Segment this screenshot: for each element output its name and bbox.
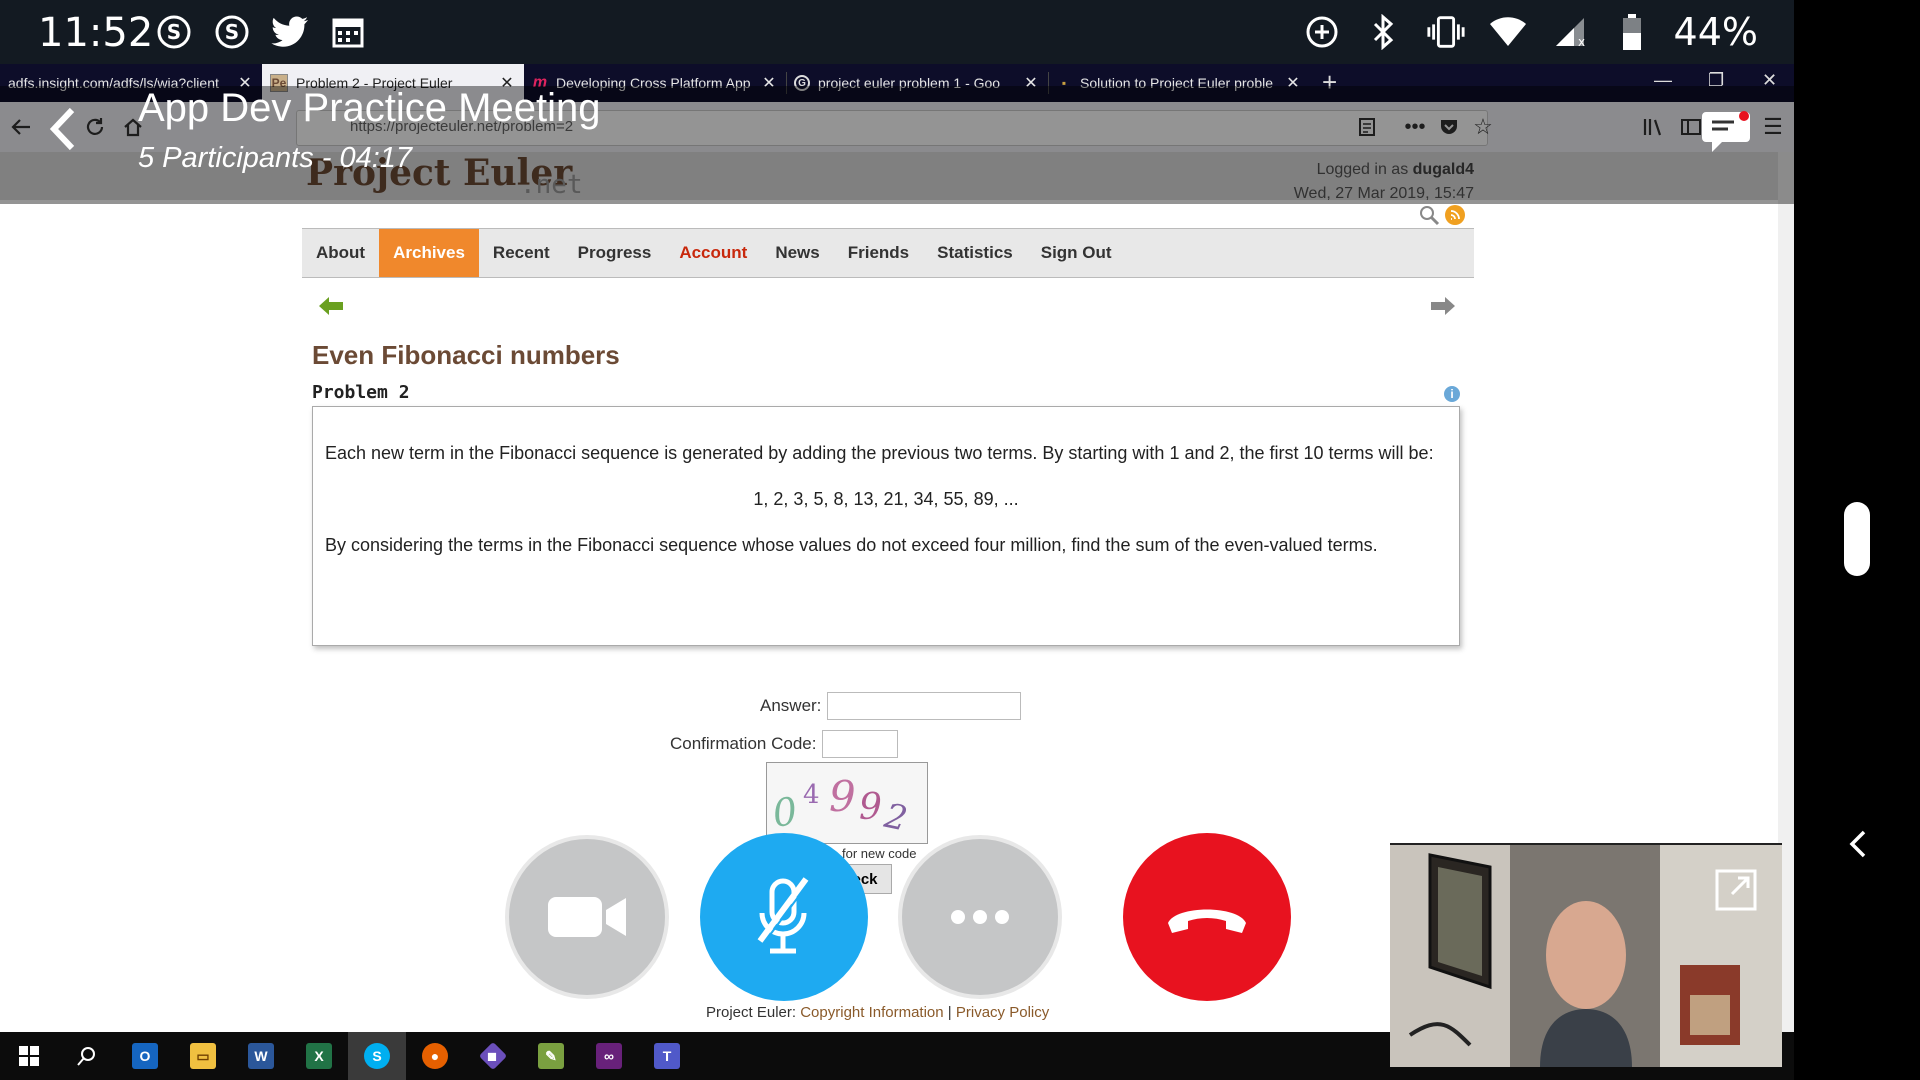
problem-text: By considering the terms in the Fibonacc… (325, 535, 1378, 555)
problem-content: Each new term in the Fibonacci sequence … (312, 406, 1460, 646)
svg-text:9: 9 (859, 787, 882, 828)
site-footer: Project Euler: Copyright Information | P… (706, 1004, 1050, 1021)
mute-button[interactable] (700, 833, 868, 1001)
answer-row: Answer: (760, 692, 1022, 720)
video-toggle-button[interactable] (505, 835, 669, 999)
phone-hangup-icon (1168, 909, 1246, 933)
meeting-title: App Dev Practice Meeting (138, 86, 601, 130)
word-icon[interactable]: W (232, 1032, 290, 1080)
calendar-icon (328, 12, 368, 52)
search-icon[interactable] (1418, 204, 1440, 231)
teams-icon[interactable]: T (638, 1032, 696, 1080)
expand-video-icon[interactable] (1714, 868, 1758, 917)
svg-text:x: x (1578, 35, 1585, 48)
skype-icon: S (154, 12, 194, 52)
site-tools (1418, 204, 1466, 231)
nav-friends[interactable]: Friends (834, 229, 923, 277)
microphone-muted-icon (757, 877, 811, 954)
more-options-button[interactable] (898, 835, 1062, 999)
meeting-participants-timer: 5 Participants - 04:17 (138, 142, 413, 174)
status-time: 11:52 (38, 10, 154, 56)
file-explorer-icon[interactable]: ▭ (174, 1032, 232, 1080)
confirmation-input[interactable] (822, 730, 899, 758)
nav-account[interactable]: Account (665, 229, 761, 277)
windows-start-icon[interactable] (0, 1032, 58, 1080)
vibrate-icon (1426, 12, 1466, 52)
nav-archives[interactable]: Archives (379, 229, 479, 277)
rss-icon[interactable] (1444, 204, 1466, 231)
git-icon[interactable]: ◆ (464, 1032, 522, 1080)
captcha-image[interactable]: 0 4 9 9 2 (766, 762, 928, 844)
confirmation-label: Confirmation Code: (670, 734, 817, 753)
svg-text:4: 4 (803, 780, 820, 810)
firefox-icon[interactable]: ● (406, 1032, 464, 1080)
excel-icon[interactable]: X (290, 1032, 348, 1080)
fibonacci-sequence: 1, 2, 3, 5, 8, 13, 21, 34, 55, 89, ... (753, 489, 1019, 509)
visual-studio-icon[interactable]: ∞ (580, 1032, 638, 1080)
hang-up-button[interactable] (1123, 833, 1291, 1001)
svg-text:S: S (225, 20, 239, 44)
notepad-icon[interactable]: ✎ (522, 1032, 580, 1080)
problem-title: Even Fibonacci numbers (312, 340, 620, 370)
problem-text: Each new term in the Fibonacci sequence … (325, 443, 1434, 463)
video-camera-icon (548, 897, 626, 937)
signal-icon: x (1550, 12, 1590, 52)
skype-icon: S (212, 12, 252, 52)
nav-about[interactable]: About (302, 229, 379, 277)
info-icon[interactable]: i (1444, 386, 1460, 402)
battery-icon (1612, 12, 1652, 52)
more-dots-icon (951, 910, 1009, 924)
wifi-icon (1488, 12, 1528, 52)
bluetooth-icon (1364, 12, 1404, 52)
nav-recent[interactable]: Recent (479, 229, 564, 277)
answer-input[interactable] (827, 692, 1022, 720)
captcha-hint[interactable]: for new code (842, 846, 916, 861)
twitter-icon (270, 12, 310, 52)
svg-text:0: 0 (770, 789, 800, 836)
data-saver-icon (1302, 12, 1342, 52)
nav-sign-out[interactable]: Sign Out (1027, 229, 1126, 277)
chevron-left-icon[interactable] (1844, 826, 1874, 862)
battery-percent: 44% (1673, 10, 1758, 54)
nav-statistics[interactable]: Statistics (923, 229, 1027, 277)
chat-icon[interactable] (1700, 108, 1752, 161)
problem-number: Problem 2 (312, 382, 410, 403)
next-problem-arrow-icon[interactable] (1430, 296, 1456, 321)
confirmation-row: Confirmation Code: (670, 730, 899, 758)
svg-text:S: S (167, 20, 181, 44)
outlook-icon[interactable]: O (116, 1032, 174, 1080)
nav-news[interactable]: News (761, 229, 833, 277)
nav-progress[interactable]: Progress (564, 229, 666, 277)
svg-text:9: 9 (829, 772, 856, 821)
search-icon[interactable] (58, 1032, 116, 1080)
answer-label: Answer: (760, 696, 822, 715)
copyright-link[interactable]: Copyright Information (800, 1004, 943, 1021)
skype-icon[interactable]: S (348, 1032, 406, 1080)
back-chevron-icon[interactable] (46, 106, 80, 157)
previous-problem-arrow-icon[interactable] (318, 296, 344, 321)
site-nav: About Archives Recent Progress Account N… (302, 228, 1474, 278)
android-status-bar: 11:52 S S x 44% (0, 0, 1794, 64)
side-panel-handle[interactable] (1844, 502, 1870, 576)
svg-text:2: 2 (880, 796, 910, 840)
privacy-link[interactable]: Privacy Policy (956, 1004, 1049, 1021)
